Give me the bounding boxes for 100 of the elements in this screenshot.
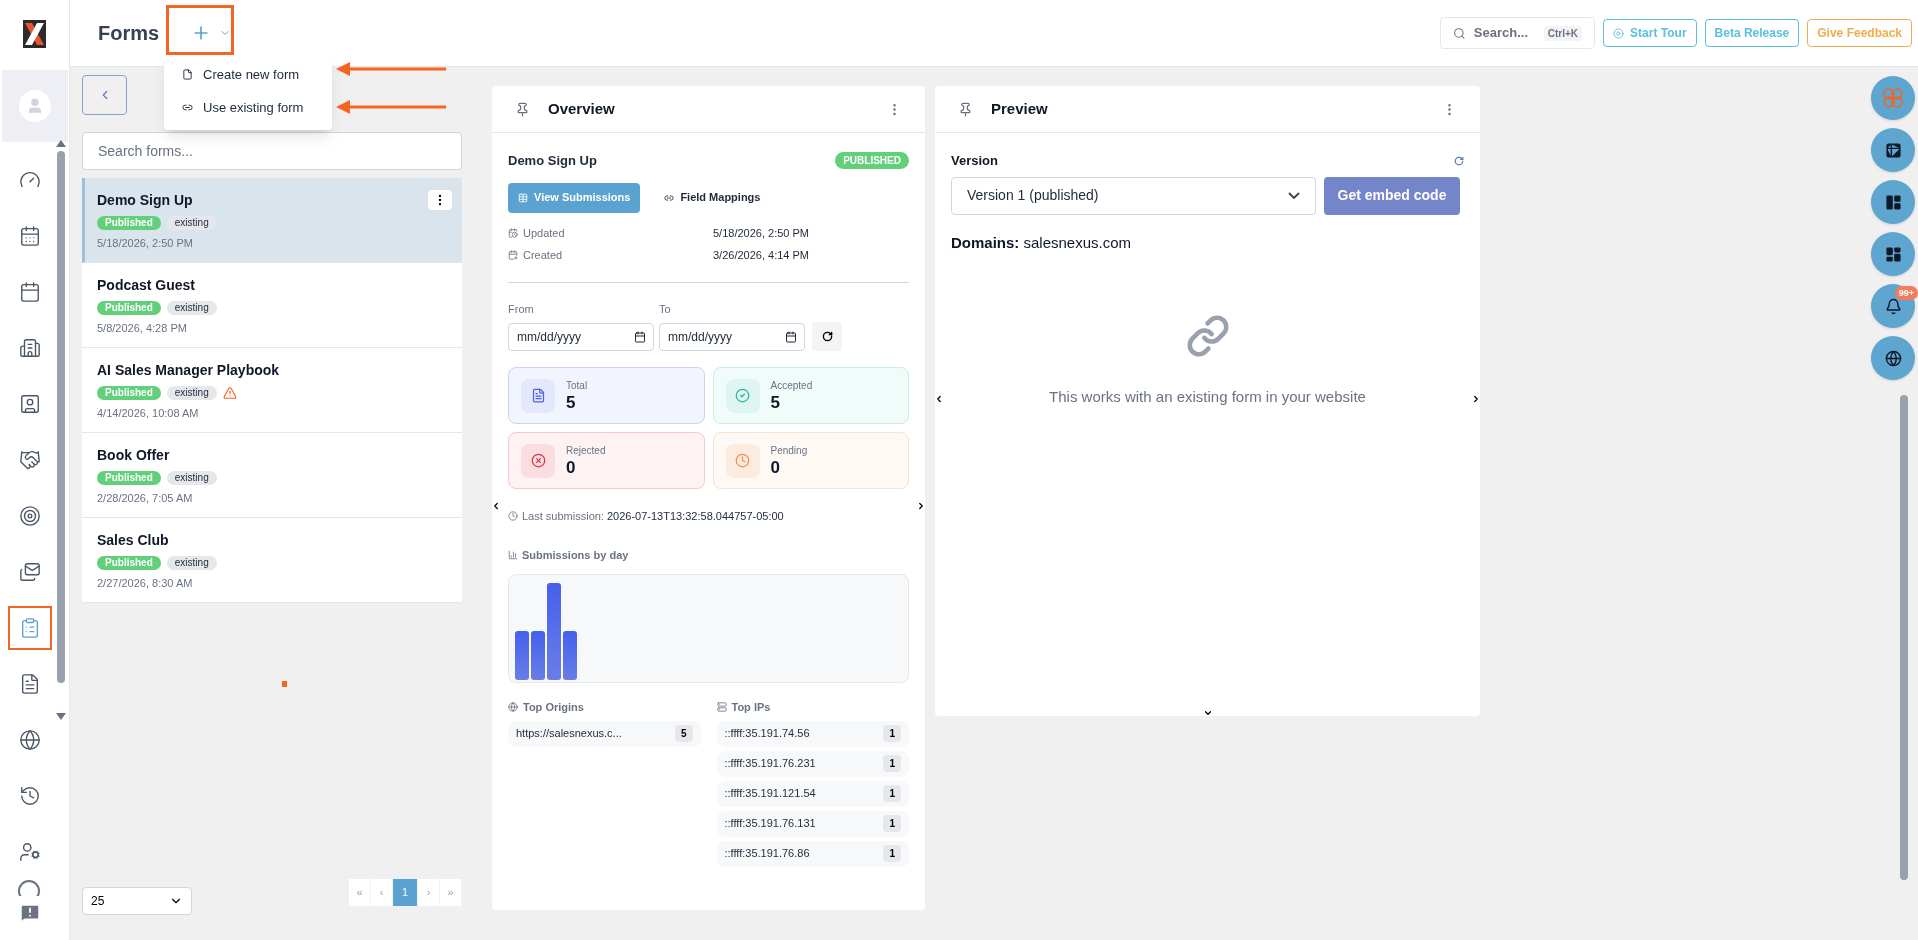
page-size-select[interactable]: 25 — [82, 887, 192, 915]
form-list-item[interactable]: AI Sales Manager Playbook Published existing 4/14/2026, 10:08 AM — [82, 348, 462, 433]
calendar-icon — [18, 281, 41, 303]
pagination-button[interactable]: « — [349, 879, 371, 906]
panel-tab[interactable]: Field Mappings — [654, 182, 771, 213]
file-icon — [182, 69, 193, 80]
form-list-item[interactable]: Demo Sign Up Published existing 5/18/2026, 2:50 PM — [82, 178, 462, 263]
form-name: Book Offer — [97, 446, 170, 465]
calendar-icon[interactable] — [634, 331, 646, 343]
type-tag: existing — [166, 556, 217, 570]
stat-value: 0 — [770, 458, 781, 478]
count-badge: 1 — [883, 815, 901, 832]
stat-value: 5 — [566, 393, 577, 413]
panel-tab[interactable]: View Submissions — [508, 182, 641, 213]
pagination-button[interactable]: › — [418, 879, 440, 906]
floating-button[interactable] — [1871, 336, 1915, 380]
form-list-item[interactable]: Podcast Guest Published existing 5/8/2026, 4:28 PM — [82, 263, 462, 348]
globe-icon — [18, 729, 41, 751]
form-list-item[interactable]: Book Offer Published existing 2/28/2026, 7:05 AM — [82, 433, 462, 518]
floating-button[interactable] — [1871, 180, 1915, 224]
search-input[interactable]: Search... — [1473, 23, 1536, 43]
form-name: AI Sales Manager Playbook — [97, 361, 280, 380]
meta-label: Created — [523, 248, 564, 263]
refresh-icon — [821, 331, 833, 342]
table-icon — [518, 192, 528, 203]
pin-icon[interactable] — [958, 101, 973, 117]
count-badge: 5 — [674, 725, 693, 742]
stat-label: Rejected — [566, 444, 606, 458]
version-select[interactable]: Version 1 (published) — [951, 176, 1316, 215]
stat-label: Accepted — [770, 379, 813, 393]
search-forms-field[interactable]: Search forms... — [82, 132, 462, 170]
status-badge: Published — [97, 216, 161, 230]
page-size-value: 25 — [91, 893, 105, 910]
empty-message: This works with an existing form in your website — [1049, 387, 1366, 407]
refresh-button[interactable] — [812, 322, 842, 351]
meta-value: 5/18/2026, 2:50 PM — [713, 225, 809, 241]
dashboard-icon — [1884, 245, 1902, 263]
pagination-button[interactable]: » — [440, 879, 462, 906]
help-icon[interactable] — [17, 880, 40, 896]
link-icon — [1185, 314, 1230, 358]
feedback-icon[interactable] — [18, 902, 41, 924]
form-list-item[interactable]: Sales Club Published existing 2/27/2026, 8:30 AM — [82, 518, 462, 603]
count-badge: 1 — [883, 755, 901, 772]
status-badge: Published — [97, 386, 161, 400]
type-tag: existing — [166, 301, 217, 315]
handshake-icon — [18, 449, 41, 471]
search-icon — [1453, 26, 1466, 40]
stat-value: 5 — [770, 393, 781, 413]
page-scrollbar[interactable] — [1900, 395, 1908, 880]
refresh-icon[interactable] — [1454, 155, 1464, 166]
domains-text: Domains: salesnexus.com — [951, 232, 1133, 253]
calendar-icon[interactable] — [785, 331, 797, 343]
form-name: Podcast Guest — [97, 276, 196, 295]
row-label: https://salesnexus.c... — [516, 726, 622, 742]
pin-icon[interactable] — [515, 101, 530, 117]
row-label: ::ffff:35.191.74.56 — [724, 726, 810, 742]
chevron-down-icon[interactable] — [1203, 708, 1213, 718]
app-logo[interactable] — [23, 20, 46, 48]
chevron-right-icon[interactable] — [916, 501, 926, 511]
globe-icon — [1884, 349, 1902, 367]
form-date: 4/14/2026, 10:08 AM — [97, 406, 200, 421]
history-icon — [18, 785, 41, 807]
search-field[interactable]: Search... Ctrl+K — [1440, 17, 1596, 49]
floating-button[interactable]: 99+ — [1871, 284, 1915, 328]
target-icon — [18, 505, 41, 527]
count-badge: 1 — [883, 725, 901, 742]
pagination-button[interactable]: 1 — [393, 879, 418, 906]
user-settings-icon — [18, 841, 41, 863]
date-label: From — [508, 301, 535, 317]
chevron-right-icon[interactable] — [1471, 394, 1481, 404]
chevron-left-icon[interactable] — [934, 394, 944, 404]
version-value: Version 1 (published) — [967, 186, 1099, 205]
version-label: Version — [951, 152, 998, 170]
last-submission-label: Last submission: — [522, 509, 604, 524]
status-badge: Published — [97, 556, 161, 570]
row-label: ::ffff:35.191.76.86 — [724, 846, 810, 862]
building-icon — [18, 337, 41, 359]
notification-badge: 99+ — [1894, 286, 1918, 300]
floating-button[interactable] — [1871, 128, 1915, 172]
date-field[interactable]: mm/dd/yyyy — [508, 323, 654, 351]
panel-title: Preview — [991, 98, 1048, 119]
sidebar-scrollbar[interactable] — [56, 140, 65, 720]
status-badge: Published — [97, 301, 161, 315]
floating-button[interactable] — [1871, 232, 1915, 276]
form-name: Sales Club — [97, 531, 169, 550]
menu-item[interactable]: Use existing form — [164, 91, 332, 124]
meta-label: Updated — [523, 225, 566, 241]
chevron-left-icon[interactable] — [491, 501, 501, 511]
date-field[interactable]: mm/dd/yyyy — [659, 323, 805, 351]
get-embed-code-button[interactable]: Get embed code — [1324, 176, 1460, 215]
type-tag: existing — [166, 216, 217, 230]
menu-item[interactable]: Create new form — [164, 58, 332, 91]
link-icon — [182, 102, 193, 113]
pagination-button[interactable]: ‹ — [371, 879, 393, 906]
clock-icon — [725, 443, 760, 478]
stat-value: 0 — [566, 458, 577, 478]
bell-icon — [1884, 297, 1902, 315]
more-button[interactable] — [428, 190, 452, 210]
table-icon — [1884, 141, 1902, 159]
form-date: 5/8/2026, 4:28 PM — [97, 321, 188, 336]
